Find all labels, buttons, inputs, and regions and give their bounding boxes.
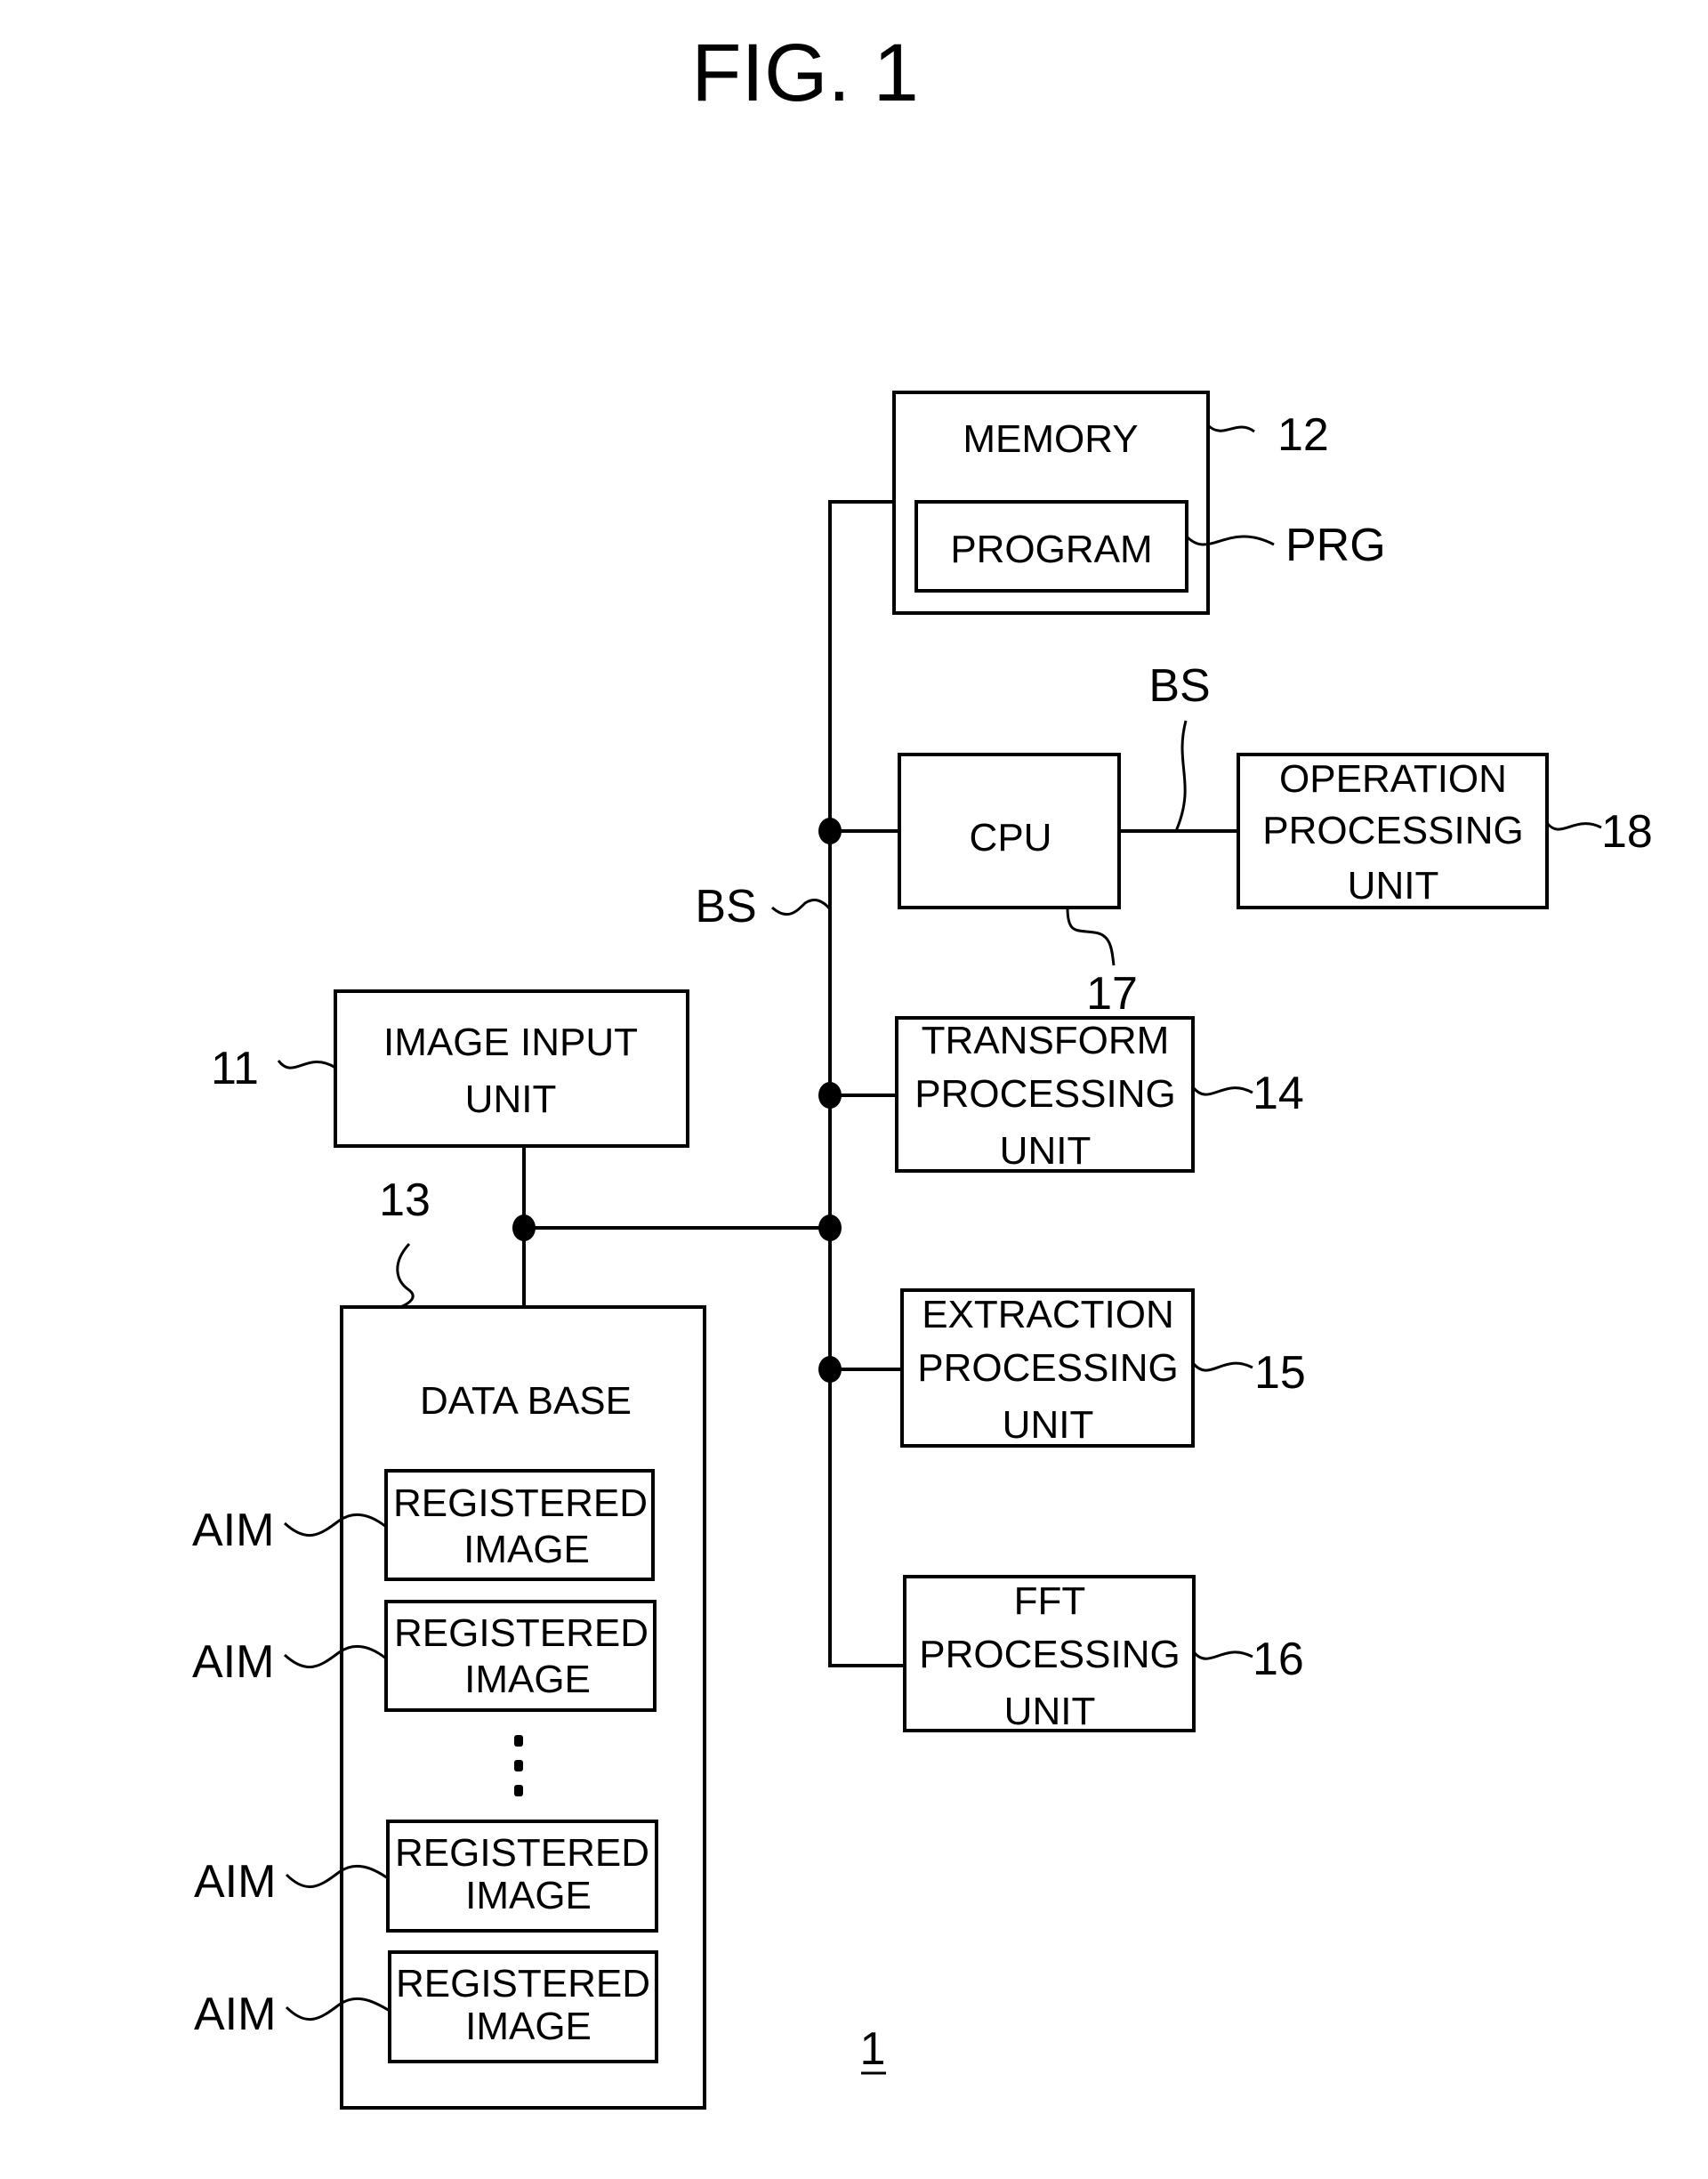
- fft-label-line: FFT: [1014, 1579, 1086, 1623]
- operation-label-line: OPERATION: [1279, 757, 1507, 801]
- bus-label-left: BS: [695, 881, 756, 932]
- operation-label-line: UNIT: [1348, 864, 1439, 908]
- database-ref-leader: [396, 1242, 415, 1309]
- cpu-label: CPU: [970, 816, 1052, 859]
- extraction-ref: 15: [1254, 1347, 1306, 1399]
- operation-ref: 18: [1601, 806, 1653, 858]
- bus-left-leader: [771, 899, 832, 916]
- ellipsis-dot: [514, 1760, 523, 1771]
- registered-image-label-line: REGISTERED: [395, 1831, 649, 1875]
- registered-image-ref: AIM: [192, 1505, 274, 1556]
- image-input-label-line: UNIT: [465, 1077, 557, 1121]
- operation-processing-unit: OPERATION PROCESSING UNIT 18: [1237, 753, 1653, 909]
- transform-processing-unit: TRANSFORM PROCESSING UNIT 14: [895, 1016, 1304, 1173]
- image-input-ref-leader: [277, 1060, 336, 1069]
- junction-dot: [512, 1215, 536, 1241]
- image-input-unit: IMAGE INPUT UNIT 11: [211, 989, 689, 1148]
- fft-label-line: PROCESSING: [919, 1633, 1180, 1676]
- transform-label-line: UNIT: [1000, 1129, 1092, 1173]
- transform-label-line: PROCESSING: [914, 1072, 1175, 1116]
- database-block: DATA BASE 13 REGISTERED IMAGE AIM REGIST…: [192, 1174, 706, 2110]
- extraction-label-line: UNIT: [1003, 1403, 1094, 1447]
- registered-image-label-line: IMAGE: [465, 1874, 592, 1917]
- registered-image-label-line: IMAGE: [463, 1528, 590, 1571]
- database-label: DATA BASE: [420, 1379, 632, 1423]
- junction-dot: [818, 1215, 842, 1241]
- transform-ref-leader: [1191, 1085, 1253, 1096]
- transform-label-line: TRANSFORM: [922, 1019, 1170, 1062]
- cpu-ref: 17: [1086, 968, 1138, 1020]
- memory-ref-leader: [1206, 424, 1255, 433]
- fft-processing-unit: FFT PROCESSING UNIT 16: [903, 1575, 1304, 1733]
- registered-image-ref: AIM: [194, 1856, 276, 1908]
- junction-dot: [818, 818, 842, 844]
- program-label: PROGRAM: [950, 528, 1152, 571]
- junction-dot: [818, 1082, 842, 1109]
- registered-image-item: REGISTERED IMAGE AIM: [194, 1820, 658, 1933]
- registered-image-item: REGISTERED IMAGE AIM: [192, 1469, 655, 1581]
- registered-image-label-line: IMAGE: [465, 2005, 592, 2048]
- block-diagram: FIG. 1 MEMORY PROGRAM 12 PRG CPU 17 BS B…: [192, 28, 1653, 2110]
- fft-label-line: UNIT: [1004, 1690, 1096, 1733]
- registered-image-label-line: IMAGE: [464, 1658, 591, 1701]
- registered-image-item: REGISTERED IMAGE AIM: [194, 1950, 658, 2063]
- transform-ref: 14: [1253, 1068, 1304, 1119]
- registered-image-label-line: REGISTERED: [396, 1962, 650, 2005]
- memory-ref: 12: [1277, 409, 1329, 461]
- more-images-ellipsis: [514, 1735, 523, 1796]
- registered-image-label-line: REGISTERED: [393, 1481, 648, 1525]
- image-input-box: [334, 989, 689, 1148]
- image-input-label-line: IMAGE INPUT: [383, 1021, 638, 1064]
- system-ref: 1: [860, 2023, 886, 2075]
- junction-dot: [818, 1356, 842, 1383]
- cpu-block: CPU 17: [898, 753, 1138, 1020]
- ellipsis-dot: [514, 1735, 523, 1747]
- memory-block: MEMORY PROGRAM 12 PRG: [892, 391, 1386, 615]
- memory-label: MEMORY: [963, 417, 1138, 461]
- registered-image-item: REGISTERED IMAGE AIM: [192, 1600, 657, 1712]
- database-ref: 13: [379, 1174, 431, 1226]
- registered-image-label-line: REGISTERED: [394, 1611, 649, 1655]
- extraction-ref-leader: [1191, 1361, 1253, 1372]
- extraction-label-line: PROCESSING: [917, 1346, 1178, 1390]
- operation-label-line: PROCESSING: [1262, 809, 1523, 852]
- ellipsis-dot: [514, 1785, 523, 1796]
- figure-title: FIG. 1: [691, 28, 919, 118]
- cpu-ref-leader: [1066, 907, 1116, 966]
- fft-ref-leader: [1192, 1650, 1253, 1660]
- operation-ref-leader: [1545, 821, 1602, 831]
- extraction-label-line: EXTRACTION: [922, 1293, 1174, 1336]
- fft-ref: 16: [1253, 1634, 1304, 1685]
- bus-top-leader: [1174, 720, 1188, 832]
- bus-main-line: [828, 500, 905, 1667]
- extraction-processing-unit: EXTRACTION PROCESSING UNIT 15: [900, 1288, 1306, 1448]
- image-input-ref: 11: [211, 1043, 259, 1094]
- registered-image-ref: AIM: [192, 1636, 274, 1688]
- program-ref: PRG: [1285, 520, 1386, 571]
- bus-label-top: BS: [1148, 660, 1210, 712]
- registered-image-ref: AIM: [194, 1989, 276, 2040]
